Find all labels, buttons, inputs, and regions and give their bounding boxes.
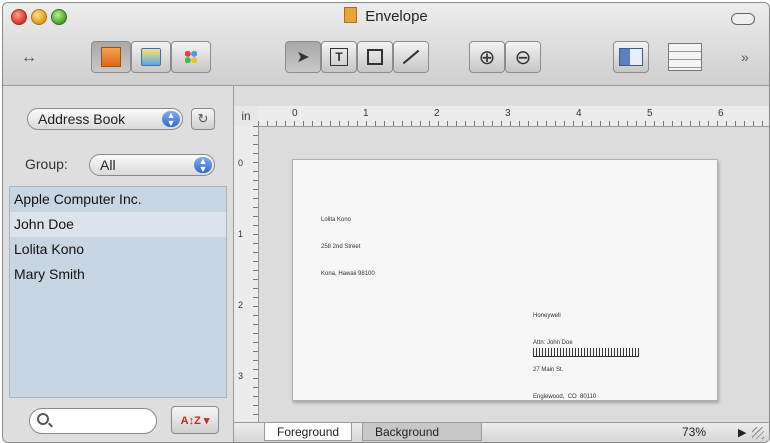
ruler-mark: 0 — [292, 108, 298, 119]
title-toolbar: Envelope ↔ ➤ T ⊕ ⊖ » — [3, 3, 769, 86]
ruler-mark: 5 — [647, 108, 653, 119]
refresh-button[interactable]: ↻ — [191, 108, 215, 130]
arrow-pointer-icon: ➤ — [296, 49, 310, 66]
ruler-mark: 2 — [238, 300, 244, 310]
horizontal-ruler: 0 1 2 3 4 5 6 — [258, 106, 769, 127]
text-box-icon: T — [330, 48, 348, 66]
popup-arrows-icon: ▲ ▼ — [162, 111, 180, 128]
search-icon — [37, 413, 49, 425]
resize-grip-icon[interactable] — [752, 427, 764, 439]
source-popup[interactable]: Address Book ▲ ▼ — [27, 108, 183, 130]
envelope-view-button[interactable] — [91, 41, 131, 73]
list-item[interactable]: John Doe — [10, 212, 226, 237]
ruler-mark: 4 — [576, 108, 582, 119]
recipient-address[interactable]: Honeywell Attn: John Doe 27 Main St. Eng… — [533, 294, 596, 420]
palette-view-button[interactable] — [171, 41, 211, 73]
line-icon — [402, 49, 420, 65]
address-line: Honeywell — [533, 313, 561, 319]
address-line: 27 Main St. — [533, 367, 564, 373]
select-tool-button[interactable]: ➤ — [285, 41, 321, 73]
group-label: Group: — [25, 156, 68, 172]
group-popup-label: All — [100, 157, 116, 173]
list-item[interactable]: Apple Computer Inc. — [10, 187, 226, 212]
contact-list[interactable]: Apple Computer Inc. John Doe Lolita Kono… — [9, 186, 227, 398]
label-sheet-icon — [668, 43, 702, 71]
envelope-canvas[interactable]: Lolita Kono 258 2nd Street Kona, Hawaii … — [292, 159, 718, 401]
address-line: Englewood, CO 80110 — [533, 394, 597, 400]
window-title: Envelope — [3, 7, 769, 25]
window-title-text: Envelope — [365, 8, 428, 25]
toolbar-toggle-button[interactable] — [731, 13, 755, 25]
toolbar-overflow-icon[interactable]: » — [741, 49, 749, 65]
zoom-out-icon: ⊖ — [514, 46, 532, 69]
layer-bar: Foreground Background 73% ▶ — [234, 422, 769, 442]
address-card-icon — [141, 48, 161, 66]
vertical-ruler: 0 1 2 3 — [234, 126, 259, 422]
rectangle-tool-button[interactable] — [357, 41, 393, 73]
labels-layout-button[interactable] — [665, 41, 705, 73]
group-popup[interactable]: All ▲ ▼ — [89, 154, 215, 176]
sort-button[interactable]: A↕Z ▾ — [171, 406, 219, 434]
list-item[interactable]: Lolita Kono — [10, 237, 226, 262]
postal-barcode — [533, 348, 639, 357]
zoom-in-icon: ⊕ — [478, 46, 496, 69]
contacts-button[interactable] — [613, 41, 649, 73]
address-line: Lolita Kono — [321, 217, 352, 223]
address-view-button[interactable] — [131, 41, 171, 73]
tab-foreground[interactable]: Foreground — [264, 423, 353, 441]
return-address[interactable]: Lolita Kono 258 2nd Street Kona, Hawaii … — [321, 198, 375, 297]
source-popup-label: Address Book — [38, 111, 126, 127]
resize-arrows-icon[interactable]: ↔ — [21, 49, 37, 67]
contact-card-icon — [619, 48, 643, 66]
zoom-level[interactable]: 73% — [682, 425, 706, 439]
ruler-unit: in — [234, 106, 259, 127]
sort-icon: A↕Z ▾ — [180, 414, 210, 427]
list-item[interactable]: Mary Smith — [10, 262, 226, 287]
envelope-view-icon — [101, 47, 121, 67]
zoom-in-button[interactable]: ⊕ — [469, 41, 505, 73]
envelope-window: Envelope ↔ ➤ T ⊕ ⊖ » Address Book ▲ ▼ ↻ … — [2, 2, 770, 443]
ruler-mark: 1 — [363, 108, 369, 119]
ruler-mark: 6 — [718, 108, 724, 119]
document-icon — [344, 7, 358, 23]
address-line: Kona, Hawaii 98100 — [321, 271, 375, 277]
text-tool-button[interactable]: T — [321, 41, 357, 73]
ruler-mark: 3 — [505, 108, 511, 119]
popup-arrows-icon: ▲ ▼ — [194, 157, 212, 174]
search-input[interactable] — [29, 408, 157, 434]
tab-background[interactable]: Background — [362, 423, 482, 441]
ruler-mark: 2 — [434, 108, 440, 119]
refresh-icon: ↻ — [197, 111, 209, 126]
ruler-mark: 3 — [238, 371, 244, 381]
rectangle-icon — [367, 49, 383, 65]
ruler-mark: 0 — [238, 158, 244, 168]
zoom-arrow-icon[interactable]: ▶ — [738, 426, 746, 439]
canvas-area: in 0 1 2 3 4 5 6 0 1 2 3 Lolita Kono 258… — [234, 86, 769, 442]
address-line: Attn: John Doe — [533, 340, 573, 346]
line-tool-button[interactable] — [393, 41, 429, 73]
zoom-out-button[interactable]: ⊖ — [505, 41, 541, 73]
address-line: 258 2nd Street — [321, 244, 361, 250]
ruler-mark: 1 — [238, 229, 244, 239]
palette-icon — [183, 49, 199, 65]
sidebar: Address Book ▲ ▼ ↻ Group: All ▲ ▼ Apple Co… — [3, 86, 234, 442]
